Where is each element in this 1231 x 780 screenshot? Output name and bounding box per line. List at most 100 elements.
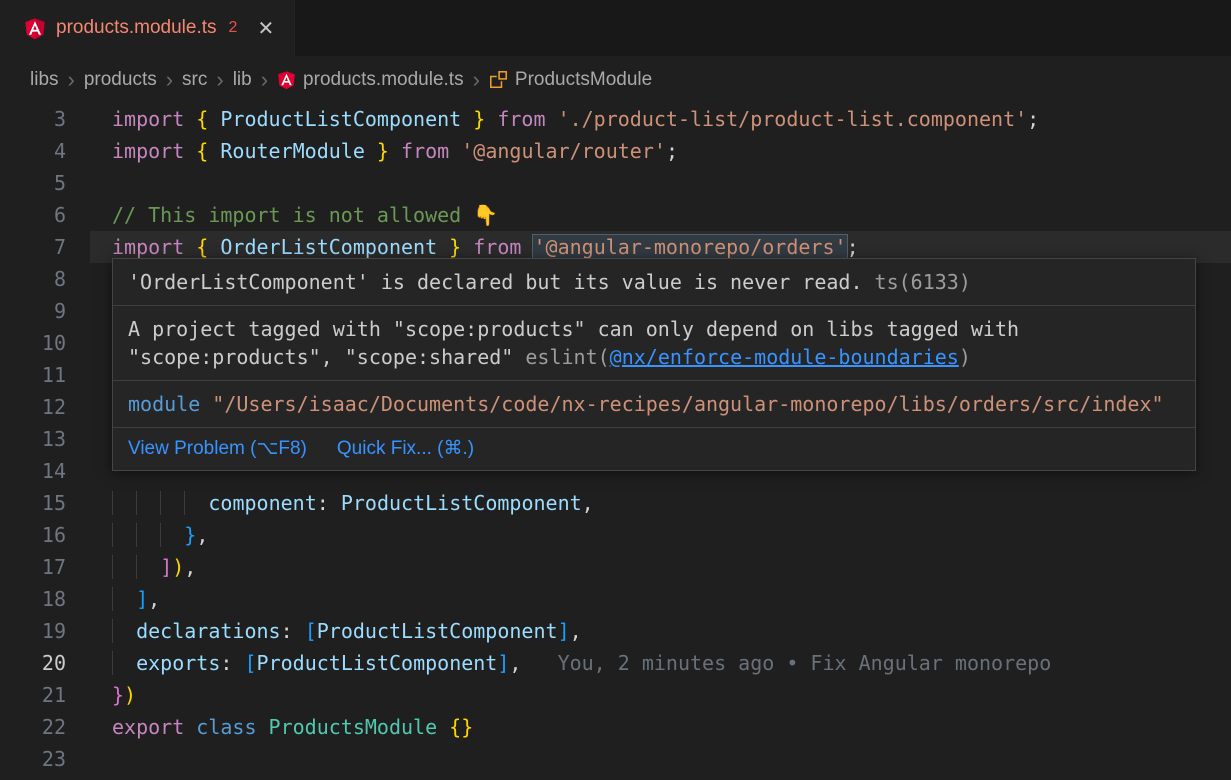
line-number[interactable]: 21 [0,679,90,711]
code-content[interactable] [90,743,1231,775]
code-content[interactable]: import { ProductListComponent } from './… [90,103,1231,135]
code-token: ProductListComponent [341,491,582,515]
code-content[interactable]: }) [90,679,1231,711]
code-token: } [365,139,389,163]
code-token: ProductListComponent [257,651,498,675]
code-content[interactable]: export class ProductsModule {} [90,711,1231,743]
code-token: '@angular/router' [461,139,666,163]
line-number[interactable]: 4 [0,135,90,167]
code-token: } [184,523,196,547]
code-line[interactable]: 19 declarations: [ProductListComponent], [0,615,1231,647]
line-number[interactable]: 19 [0,615,90,647]
hover-rows: 'OrderListComponent' is declared but its… [113,259,1195,427]
tab-problems-badge: 2 [229,19,238,37]
code-token: : [220,651,244,675]
code-content[interactable]: exports: [ProductListComponent],You, 2 m… [90,647,1231,679]
code-token [112,491,136,515]
code-token [112,555,136,579]
line-number[interactable]: 7 [0,231,90,263]
line-number[interactable]: 9 [0,295,90,327]
chevron-right-icon: › [166,69,173,91]
line-number[interactable]: 18 [0,583,90,615]
code-content[interactable]: import { RouterModule } from '@angular/r… [90,135,1231,167]
code-line[interactable]: 5 [0,167,1231,199]
code-content[interactable]: component: ProductListComponent, [90,487,1231,519]
code-line[interactable]: 3import { ProductListComponent } from '.… [0,103,1231,135]
code-content[interactable]: // This import is not allowed 👇 [90,199,1231,231]
code-token: export [112,715,196,739]
code-token: ProductListComponent [220,107,461,131]
code-token: , [148,587,160,611]
line-number[interactable]: 5 [0,167,90,199]
code-token: exports [136,651,220,675]
code-line[interactable]: 18 ], [0,583,1231,615]
code-content[interactable]: declarations: [ProductListComponent], [90,615,1231,647]
code-line[interactable]: 16 }, [0,519,1231,551]
code-token: ts(6133) [875,270,971,294]
line-number[interactable]: 22 [0,711,90,743]
line-number[interactable]: 3 [0,103,90,135]
code-token: { [196,107,220,131]
line-number[interactable]: 11 [0,359,90,391]
line-number[interactable]: 14 [0,455,90,487]
code-token: } [112,683,124,707]
code-token: , [184,555,196,579]
code-content[interactable]: ]), [90,551,1231,583]
chevron-right-icon: › [473,69,480,91]
code-line[interactable]: 23 [0,743,1231,775]
tab-title: products.module.ts [56,17,217,39]
code-line[interactable]: 4import { RouterModule } from '@angular/… [0,135,1231,167]
code-token: [ [305,619,317,643]
breadcrumb-item-symbol[interactable]: ProductsModule [489,69,652,91]
line-number[interactable]: 16 [0,519,90,551]
breadcrumb-label: libs [30,69,59,91]
code-token: declarations [136,619,281,643]
code-token: import [112,107,196,131]
code-line[interactable]: 21}) [0,679,1231,711]
line-number[interactable]: 15 [0,487,90,519]
code-token: ; [1027,107,1039,131]
line-number[interactable]: 13 [0,423,90,455]
vscode-editor-window: products.module.ts 2 ✕ libs › products ›… [0,0,1231,780]
problem-hover-popup: 'OrderListComponent' is declared but its… [112,258,1196,471]
code-line[interactable]: 6// This import is not allowed 👇 [0,199,1231,231]
eslint-rule-link[interactable]: @nx/enforce-module-boundaries [610,345,959,369]
line-number[interactable]: 12 [0,391,90,423]
breadcrumb-item-libs[interactable]: libs [30,69,59,91]
breadcrumb-item-products[interactable]: products [84,69,157,91]
code-token: './product-list/product-list.component' [558,107,1028,131]
breadcrumb-item-file[interactable]: products.module.ts [277,69,464,91]
code-token [112,651,136,675]
code-token: OrderListComponent [220,235,437,259]
close-icon[interactable]: ✕ [257,16,274,41]
breadcrumb-item-src[interactable]: src [182,69,207,91]
code-line[interactable]: 20 exports: [ProductListComponent],You, … [0,647,1231,679]
line-number[interactable]: 17 [0,551,90,583]
breadcrumb-item-lib[interactable]: lib [233,69,252,91]
code-token [160,491,184,515]
code-line[interactable]: 22export class ProductsModule {} [0,711,1231,743]
line-number[interactable]: 6 [0,199,90,231]
code-editor: 3import { ProductListComponent } from '.… [0,103,1231,780]
code-line[interactable]: 17 ]), [0,551,1231,583]
code-token: ] [497,651,509,675]
code-token: , [570,619,582,643]
line-number[interactable]: 8 [0,263,90,295]
code-content[interactable]: ], [90,583,1231,615]
code-content[interactable]: }, [90,519,1231,551]
line-number[interactable]: 20 [0,647,90,679]
view-problem-action[interactable]: View Problem (⌥F8) [128,437,307,461]
code-token: : [317,491,341,515]
code-token: import [112,139,196,163]
line-number[interactable]: 23 [0,743,90,775]
breadcrumb-label: lib [233,69,252,91]
code-token [437,715,449,739]
line-number[interactable]: 10 [0,327,90,359]
code-token: ; [666,139,678,163]
tab-products-module-ts[interactable]: products.module.ts 2 ✕ [0,0,295,56]
class-symbol-icon [489,70,508,89]
breadcrumb-label: products.module.ts [303,69,464,91]
code-content[interactable] [90,167,1231,199]
code-line[interactable]: 15 component: ProductListComponent, [0,487,1231,519]
quick-fix-action[interactable]: Quick Fix... (⌘.) [337,437,474,461]
